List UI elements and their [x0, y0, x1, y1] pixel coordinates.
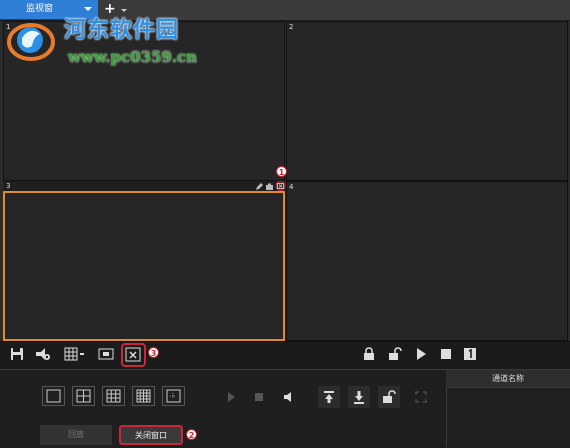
pane-controls [255, 181, 288, 191]
stop-button[interactable] [248, 386, 270, 408]
layout-2x2-button[interactable] [72, 386, 95, 406]
video-pane-2[interactable]: 2 [286, 21, 568, 181]
unlock-button[interactable] [378, 386, 400, 408]
stop-icon[interactable] [440, 347, 452, 361]
watermark-logo-icon [6, 16, 60, 62]
watermark-title: 河东软件园 [64, 18, 180, 43]
layout-1x1-button[interactable] [42, 386, 65, 406]
video-pane-4[interactable]: 4 [286, 181, 568, 341]
unlock-icon[interactable] [388, 347, 402, 361]
volume-button[interactable] [278, 386, 300, 408]
play-icon[interactable] [415, 347, 427, 361]
pane-number: 2 [289, 23, 294, 31]
pane-3-header: 3 [3, 181, 285, 191]
close-window-highlight [121, 343, 146, 367]
close-pane-icon[interactable] [275, 181, 286, 191]
one-window-icon[interactable] [463, 347, 477, 361]
fullscreen-window-icon[interactable] [98, 347, 114, 361]
pane-number: 4 [289, 183, 294, 191]
download-button[interactable] [348, 386, 370, 408]
snapshot-icon[interactable] [266, 183, 273, 191]
lock-icon[interactable] [363, 347, 375, 361]
video-pane-3-selected[interactable] [3, 191, 285, 341]
callout-3: 3 [148, 347, 159, 358]
play-button[interactable] [220, 386, 242, 408]
playback-button[interactable]: 回放 [40, 425, 112, 445]
grid-layout-icon[interactable] [64, 347, 86, 361]
layout-4x4-button[interactable] [132, 386, 155, 406]
callout-1: 1 [276, 166, 287, 177]
channel-name-header: 通道名称 [446, 370, 570, 388]
watermark-url: www.pc0359.cn [68, 48, 198, 66]
fullscreen-button[interactable] [410, 386, 432, 408]
snapshot-config-icon[interactable] [35, 347, 51, 361]
close-window-button[interactable]: 关闭窗口 [119, 425, 183, 445]
chevron-down-icon[interactable] [84, 7, 92, 11]
layout-3x3-button[interactable] [102, 386, 125, 406]
pane-toolbar [0, 341, 570, 370]
edit-icon[interactable] [256, 183, 263, 190]
pane-number: 3 [6, 182, 11, 190]
upload-button[interactable] [318, 386, 340, 408]
save-icon[interactable] [10, 347, 24, 361]
layout-custom-button[interactable] [162, 386, 185, 406]
callout-2: 2 [186, 429, 197, 440]
